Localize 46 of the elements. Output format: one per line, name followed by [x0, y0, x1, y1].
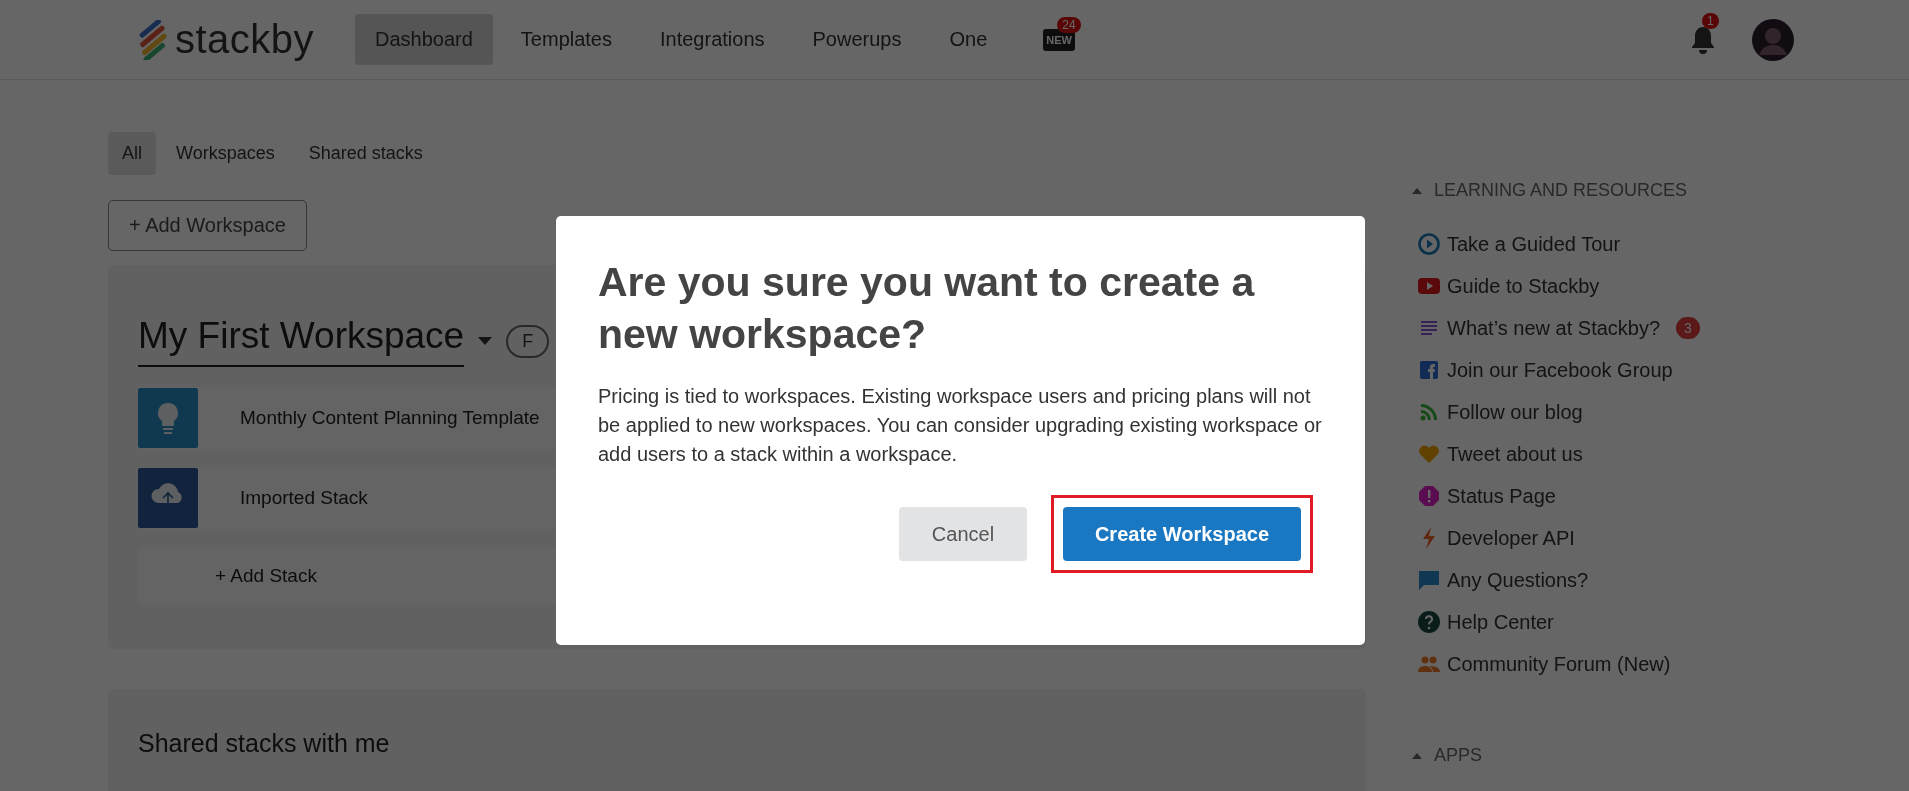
resource-link[interactable]: Help Center — [1417, 601, 1700, 643]
resource-link[interactable]: What’s new at Stackby? 3 — [1417, 307, 1700, 349]
stack-icon — [138, 388, 198, 448]
help-icon — [1417, 610, 1441, 634]
resource-link[interactable]: Tweet about us — [1417, 433, 1700, 475]
bell-icon[interactable] — [1690, 24, 1716, 55]
nav-tab[interactable]: Integrations — [640, 14, 785, 65]
resource-link[interactable]: Take a Guided Tour — [1417, 223, 1700, 265]
nav-tab[interactable]: Powerups — [792, 14, 922, 65]
caret-icon[interactable] — [478, 337, 493, 345]
workspace-title[interactable]: My First Workspace — [138, 315, 465, 367]
nav-tab[interactable]: One — [929, 14, 1008, 65]
collapse-icon[interactable] — [1412, 187, 1422, 194]
collapse-icon[interactable] — [1412, 752, 1422, 759]
resource-link[interactable]: Any Questions? — [1417, 559, 1700, 601]
section-title: Shared stacks with me — [138, 729, 390, 757]
section-title[interactable]: APPS — [1434, 745, 1483, 766]
logo-text[interactable]: stackby — [175, 17, 315, 62]
create-workspace-button[interactable]: Create Workspace — [1063, 507, 1301, 562]
chat-icon — [1417, 568, 1441, 592]
play-circle-icon — [1417, 232, 1441, 256]
alert-icon — [1417, 484, 1441, 508]
section-title[interactable]: LEARNING AND RESOURCES — [1434, 180, 1688, 201]
resource-link[interactable]: Developer API — [1417, 517, 1700, 559]
stack-icon — [138, 468, 198, 528]
count-badge: 24 — [1057, 16, 1081, 33]
cancel-button[interactable]: Cancel — [899, 507, 1027, 562]
nav-tab[interactable]: Templates — [500, 14, 632, 65]
dialog-title: Are you sure you want to create a new workspace? — [598, 258, 1256, 360]
filter-tab[interactable]: Workspaces — [162, 132, 289, 175]
resource-link[interactable]: Guide to Stackby — [1417, 265, 1700, 307]
filter-tab[interactable]: All — [108, 132, 156, 175]
count-badge: 3 — [1676, 317, 1700, 339]
count-badge: 1 — [1702, 12, 1719, 29]
resource-link[interactable]: Join our Facebook Group — [1417, 349, 1700, 391]
workspace-pill[interactable]: F — [506, 324, 550, 358]
dialog-message: Pricing is tied to workspaces. Existing workspace users and pricing plans will not be applied to new workspaces. You can consider upgrading existing workspace or add users to a stack within a workspace. — [598, 384, 1323, 468]
filter-tab[interactable]: Shared stacks — [294, 132, 437, 175]
add-workspace-button[interactable]: + Add Workspace — [108, 200, 307, 251]
new-icon[interactable]: NEW — [1043, 28, 1075, 51]
facebook-icon — [1417, 358, 1441, 382]
nav-tab[interactable]: Dashboard — [355, 14, 493, 65]
resource-link[interactable]: Follow our blog — [1417, 391, 1700, 433]
resource-link[interactable]: Community Forum (New) — [1417, 643, 1700, 685]
resource-link[interactable]: Status Page — [1417, 475, 1700, 517]
avatar[interactable] — [1752, 18, 1794, 61]
